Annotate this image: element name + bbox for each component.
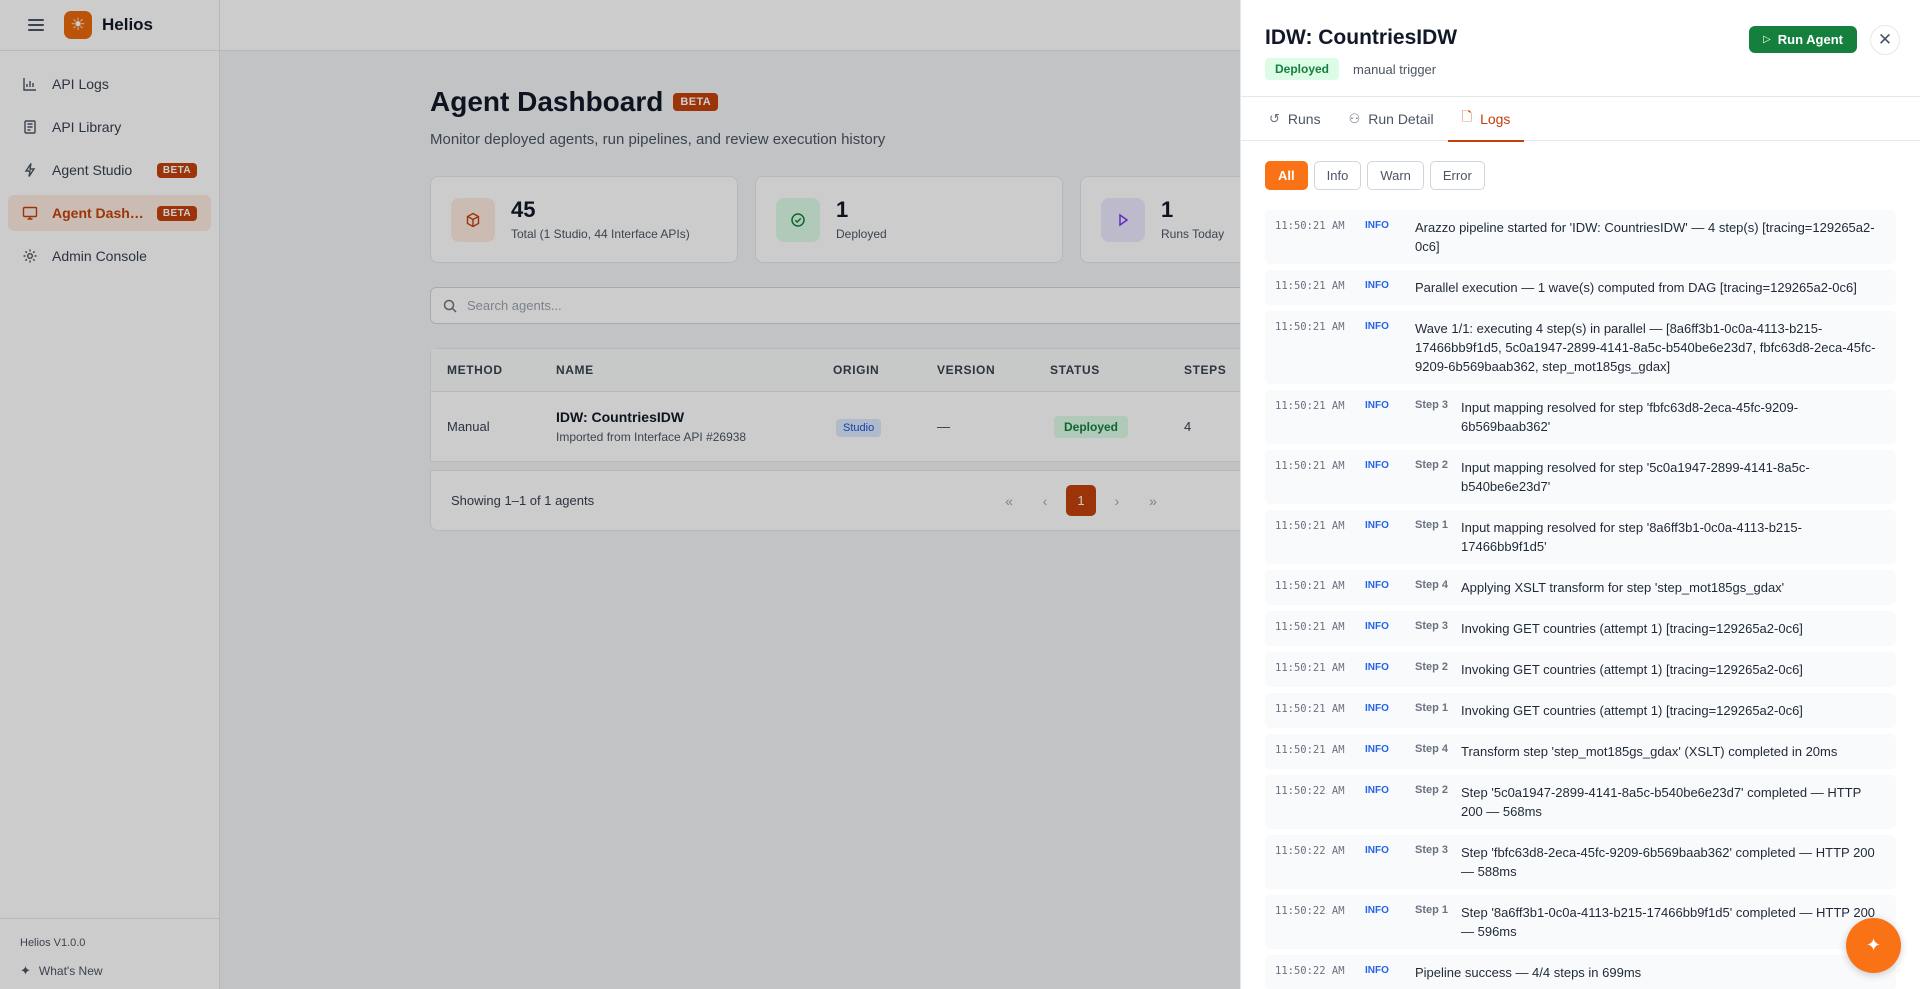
log-entry: 11:50:21 AM INFO Step 2 Input mapping resol… — [1265, 450, 1896, 504]
log-step: Step 2 — [1415, 661, 1449, 673]
log-level: INFO — [1365, 703, 1389, 714]
log-entry: 11:50:21 AM INFO Step 4 Transform step 'ste… — [1265, 734, 1896, 769]
log-level: INFO — [1365, 460, 1389, 471]
log-time: 11:50:21 AM — [1275, 662, 1345, 674]
flow-icon: ⚇ — [1348, 111, 1361, 126]
log-message: Pipeline success — 4/4 steps in 699ms — [1415, 965, 1642, 980]
log-entry: 11:50:22 AM INFO Pipeline success — 4/4 st… — [1265, 955, 1896, 989]
tab-logs[interactable]: 🗋 Logs — [1447, 97, 1525, 142]
log-entry: 11:50:21 AM INFO Wave 1/1: executing 4 ste… — [1265, 311, 1896, 384]
log-level: INFO — [1365, 321, 1389, 332]
log-time: 11:50:21 AM — [1275, 621, 1345, 633]
log-step: Step 3 — [1415, 620, 1449, 632]
log-message: Applying XSLT transform for step 'step_m… — [1461, 580, 1785, 595]
log-entry: 11:50:21 AM INFO Step 3 Invoking GET countr… — [1265, 611, 1896, 646]
run-agent-label: Run Agent — [1777, 32, 1843, 47]
log-entry: 11:50:22 AM INFO Step 2 Step '5c0a1947-2899… — [1265, 775, 1896, 829]
log-level: INFO — [1365, 280, 1389, 291]
log-message: Wave 1/1: executing 4 step(s) in paralle… — [1415, 321, 1876, 374]
file-icon: 🗋 — [1461, 109, 1473, 124]
tab-label: Runs — [1287, 111, 1321, 127]
log-level: INFO — [1365, 220, 1389, 231]
log-step: Step 3 — [1415, 399, 1449, 411]
log-message: Step '5c0a1947-2899-4141-8a5c-b540be6e23… — [1461, 785, 1862, 819]
log-time: 11:50:21 AM — [1275, 744, 1345, 756]
log-level: INFO — [1365, 905, 1389, 916]
log-message: Parallel execution — 1 wave(s) computed … — [1415, 280, 1857, 295]
log-level: INFO — [1365, 965, 1389, 976]
log-level: INFO — [1365, 662, 1389, 673]
agent-detail-drawer: IDW: CountriesIDW Deployed manual trigge… — [1240, 0, 1920, 989]
log-message: Invoking GET countries (attempt 1) [trac… — [1461, 621, 1803, 636]
log-entry: 11:50:21 AM INFO Step 1 Invoking GET countr… — [1265, 693, 1896, 728]
log-time: 11:50:21 AM — [1275, 580, 1345, 592]
close-icon[interactable]: ✕ — [1870, 25, 1900, 55]
drawer-header: IDW: CountriesIDW Deployed manual trigge… — [1241, 0, 1920, 97]
log-time: 11:50:21 AM — [1275, 460, 1345, 472]
log-entry: 11:50:21 AM INFO Step 4 Applying XSLT trans… — [1265, 570, 1896, 605]
status-badge: Deployed — [1265, 58, 1340, 80]
log-time: 11:50:21 AM — [1275, 321, 1345, 333]
play-icon: ▷ — [1763, 34, 1771, 45]
log-message: Arazzo pipeline started for 'IDW: Countr… — [1415, 220, 1875, 254]
log-message: Input mapping resolved for step '5c0a194… — [1461, 460, 1810, 494]
assistant-sparkle-icon[interactable]: ✦ — [1846, 918, 1901, 973]
filter-all-button[interactable]: All — [1265, 161, 1308, 190]
log-level: INFO — [1365, 580, 1389, 591]
log-message: Step 'fbfc63d8-2eca-45fc-9209-6b569baab3… — [1461, 845, 1875, 879]
tab-label: Logs — [1480, 111, 1511, 127]
log-message: Input mapping resolved for step '8a6ff3b… — [1461, 520, 1802, 554]
log-step: Step 2 — [1415, 784, 1449, 796]
log-time: 11:50:22 AM — [1275, 845, 1345, 857]
log-message: Step '8a6ff3b1-0c0a-4113-b215-17466bb9f1… — [1461, 905, 1876, 939]
log-time: 11:50:21 AM — [1275, 400, 1345, 412]
filter-info-button[interactable]: Info — [1313, 161, 1362, 190]
log-level: INFO — [1365, 520, 1389, 531]
log-time: 11:50:22 AM — [1275, 965, 1345, 977]
log-level: INFO — [1365, 400, 1389, 411]
log-message: Input mapping resolved for step 'fbfc63d… — [1461, 400, 1799, 434]
log-step: Step 4 — [1415, 579, 1449, 591]
log-step: Step 2 — [1415, 459, 1449, 471]
log-entry: 11:50:21 AM INFO Step 2 Invoking GET countr… — [1265, 652, 1896, 687]
log-time: 11:50:21 AM — [1275, 703, 1345, 715]
log-message: Transform step 'step_mot185gs_gdax' (XSL… — [1461, 744, 1838, 759]
log-filters: All Info Warn Error — [1241, 141, 1920, 210]
log-time: 11:50:21 AM — [1275, 220, 1345, 232]
log-list: 11:50:21 AM INFO Arazzo pipeline started f… — [1241, 210, 1920, 989]
filter-warn-button[interactable]: Warn — [1367, 161, 1424, 190]
log-step: Step 1 — [1415, 702, 1449, 714]
log-entry: 11:50:21 AM INFO Step 3 Input mapping resol… — [1265, 390, 1896, 444]
log-level: INFO — [1365, 785, 1389, 796]
log-entry: 11:50:21 AM INFO Step 1 Input mapping resol… — [1265, 510, 1896, 564]
tab-run-detail[interactable]: ⚇ Run Detail — [1335, 97, 1448, 141]
log-entry: 11:50:22 AM INFO Step 3 Step 'fbfc63d8-2eca… — [1265, 835, 1896, 889]
log-step: Step 4 — [1415, 743, 1449, 755]
log-level: INFO — [1365, 744, 1389, 755]
log-entry: 11:50:21 AM INFO Parallel execution — 1 wa… — [1265, 270, 1896, 305]
log-time: 11:50:22 AM — [1275, 905, 1345, 917]
log-step: Step 3 — [1415, 844, 1449, 856]
log-message: Invoking GET countries (attempt 1) [trac… — [1461, 662, 1803, 677]
log-time: 11:50:21 AM — [1275, 280, 1345, 292]
log-time: 11:50:21 AM — [1275, 520, 1345, 532]
trigger-label: manual trigger — [1353, 61, 1437, 77]
log-level: INFO — [1365, 845, 1389, 856]
drawer-title: IDW: CountriesIDW — [1265, 26, 1458, 49]
log-entry: 11:50:22 AM INFO Step 1 Step '8a6ff3b1-0c0a… — [1265, 895, 1896, 949]
log-message: Invoking GET countries (attempt 1) [trac… — [1461, 703, 1803, 718]
filter-error-button[interactable]: Error — [1429, 161, 1485, 190]
log-time: 11:50:22 AM — [1275, 785, 1345, 797]
history-icon: ↺ — [1269, 111, 1280, 126]
modal-overlay[interactable] — [0, 0, 1240, 989]
tab-runs[interactable]: ↺ Runs — [1255, 97, 1335, 141]
run-agent-button[interactable]: ▷ Run Agent — [1749, 26, 1857, 53]
log-entry: 11:50:21 AM INFO Arazzo pipeline started f… — [1265, 210, 1896, 264]
log-step: Step 1 — [1415, 904, 1449, 916]
log-level: INFO — [1365, 621, 1389, 632]
tab-label: Run Detail — [1368, 111, 1434, 127]
drawer-meta: Deployed manual trigger — [1265, 58, 1436, 80]
drawer-tabs: ↺ Runs ⚇ Run Detail 🗋 Logs — [1241, 97, 1920, 142]
log-step: Step 1 — [1415, 519, 1449, 531]
